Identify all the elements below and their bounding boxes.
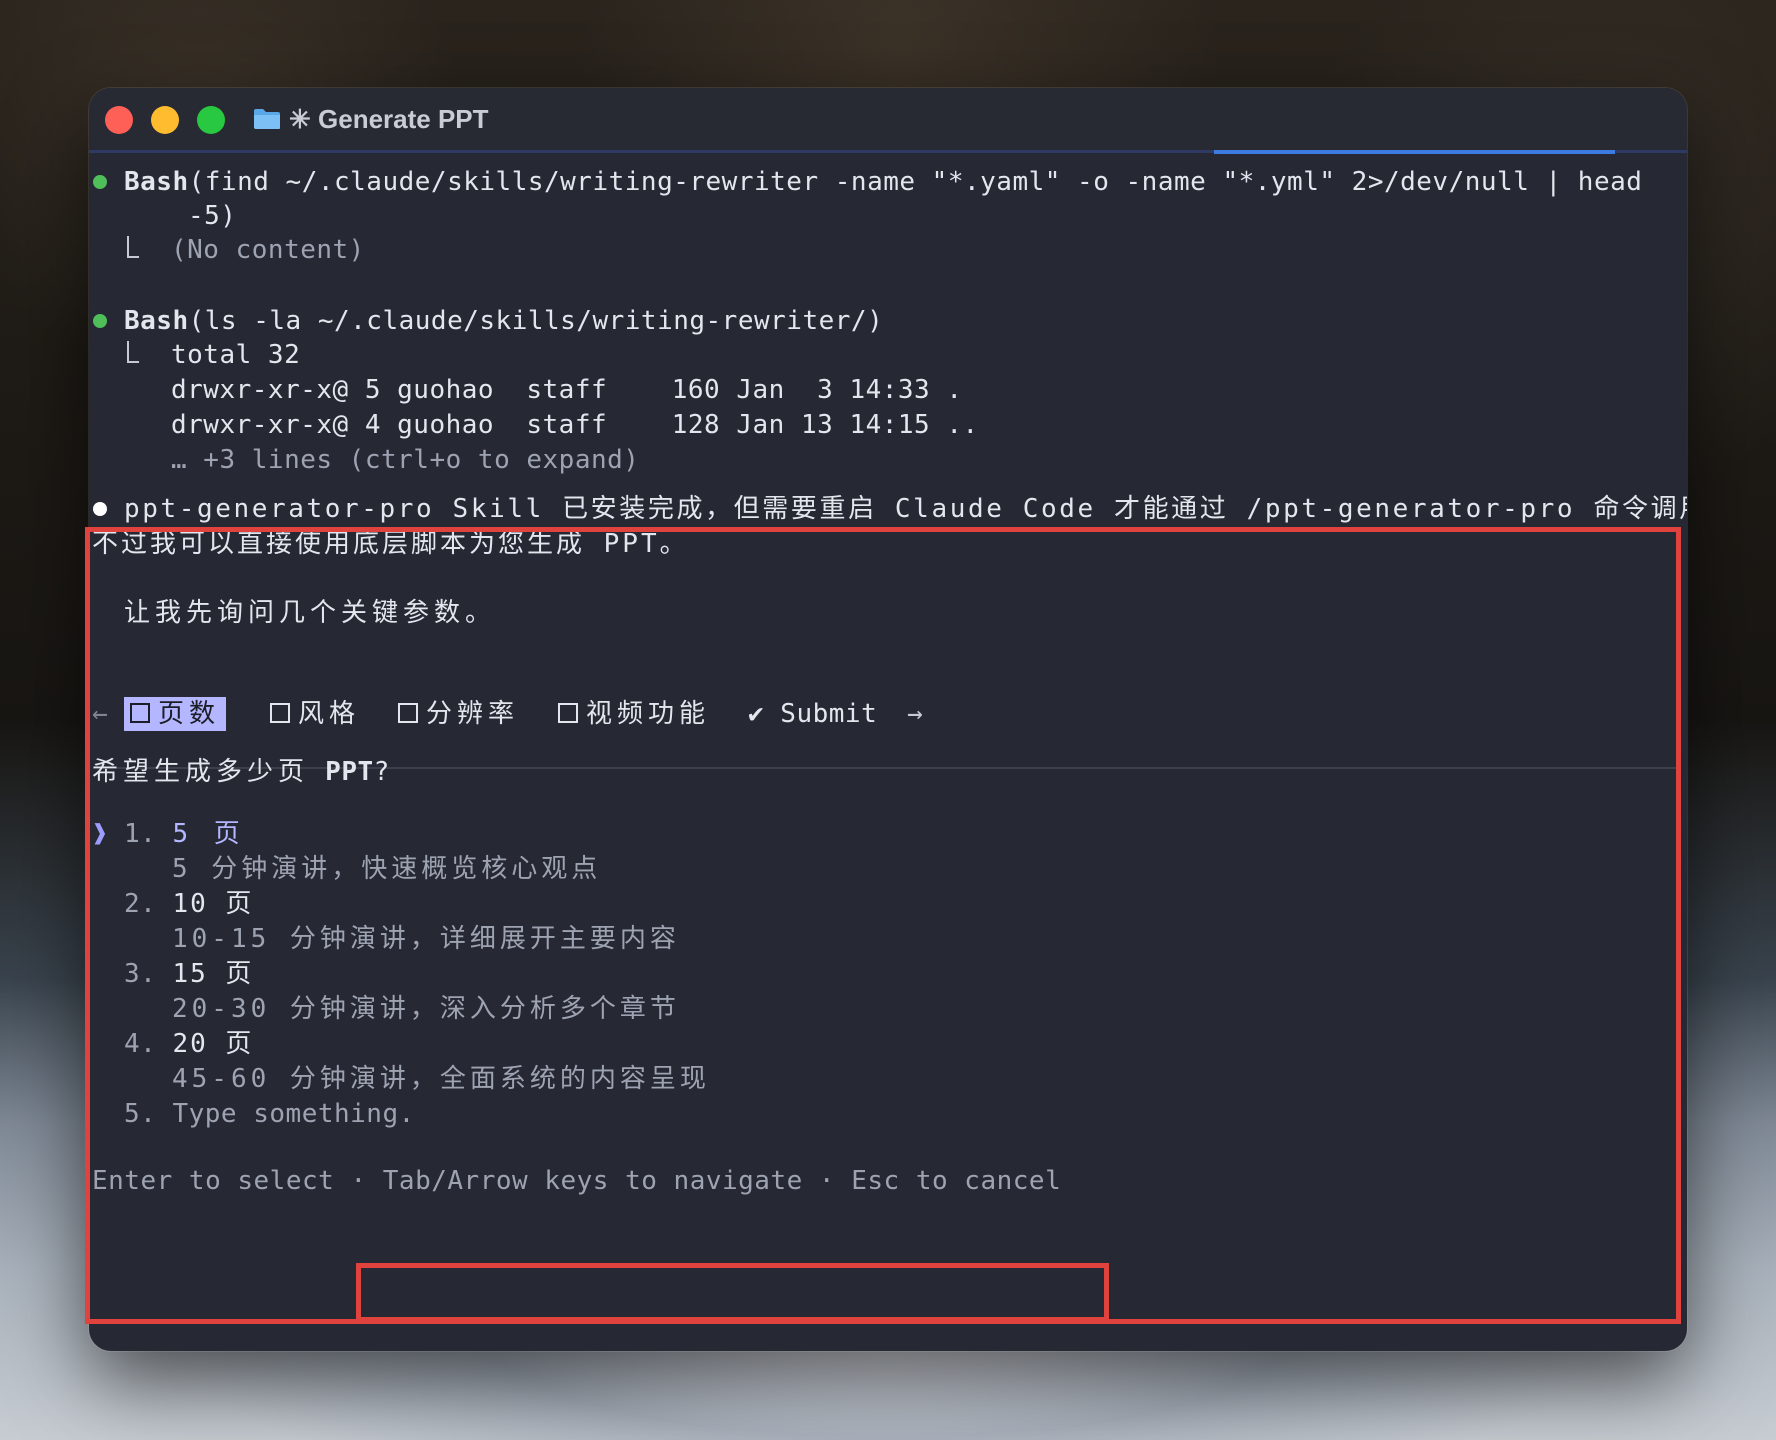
terminal-content: Bash(find ~/.claude/skills/writing-rewri… <box>89 88 1687 1351</box>
expand-hint[interactable]: … +3 lines (ctrl+o to expand) <box>171 443 639 477</box>
tab-forward-arrow[interactable]: → <box>907 697 923 731</box>
bash-output-line: drwxr-xr-x@ 5 guohao staff 160 Jan 3 14:… <box>171 375 963 405</box>
footer-separator: · <box>350 1166 367 1196</box>
tab-style[interactable]: 风格 <box>270 697 360 731</box>
tool-name: Bash <box>124 306 189 336</box>
tab-label: 风格 <box>298 699 361 729</box>
tab-back-arrow[interactable]: ← <box>92 697 108 731</box>
message-line-1: ppt-generator-pro Skill 已安装完成，但需要重启 Clau… <box>124 494 1687 524</box>
checkbox-icon <box>270 703 290 723</box>
tab-video[interactable]: 视频功能 <box>558 697 710 731</box>
option-label: 20 页 <box>172 1029 254 1059</box>
checkbox-icon <box>398 703 418 723</box>
prompt-text: 希望生成多少页 <box>92 757 310 787</box>
option-4-desc: 45-60 分钟演讲，全面系统的内容呈现 <box>172 1064 710 1094</box>
option-3[interactable]: 3. 15 页 <box>124 957 253 991</box>
prompt-ppt: PPT <box>325 757 374 787</box>
option-number: 5. <box>124 1099 157 1129</box>
tab-label: 页数 <box>158 699 221 729</box>
option-label: 5 页 <box>172 819 245 849</box>
tool-name: Bash <box>124 167 189 197</box>
option-1[interactable]: 1. 5 页 <box>124 817 245 851</box>
selection-marker-icon: ❱ <box>92 819 108 849</box>
footer-hint: Enter to select · Tab/Arrow keys to navi… <box>92 1164 1061 1198</box>
command-text: (ls -la ~/.claude/skills/writing-rewrite… <box>188 306 884 336</box>
question-prompt: 希望生成多少页 PPT? <box>92 755 390 789</box>
message-dot <box>93 502 107 516</box>
result-connector-icon <box>127 236 139 258</box>
checkbox-icon <box>130 703 150 723</box>
option-number: 1. <box>124 819 157 849</box>
option-label: 15 页 <box>172 959 254 989</box>
tab-label: 视频功能 <box>586 699 711 729</box>
tab-resolution[interactable]: 分辨率 <box>398 697 519 731</box>
option-4[interactable]: 4. 20 页 <box>124 1027 253 1061</box>
option-5[interactable]: 5. Type something. <box>124 1097 415 1131</box>
footer-enter: Enter to select <box>92 1166 335 1196</box>
bash-command-1-cont: -5) <box>188 201 237 231</box>
option-2[interactable]: 2. 10 页 <box>124 887 253 921</box>
bash-output-line: total 32 <box>171 340 301 370</box>
option-label: 10 页 <box>172 889 254 919</box>
bash-output-line: drwxr-xr-x@ 4 guohao staff 128 Jan 13 14… <box>171 410 979 440</box>
bash-command-2: Bash(ls -la ~/.claude/skills/writing-rew… <box>124 304 883 338</box>
bash-status-dot <box>93 314 107 328</box>
command-text: (find ~/.claude/skills/writing-rewriter … <box>188 167 1643 197</box>
result-connector-icon <box>127 341 139 363</box>
checkbox-icon <box>558 703 578 723</box>
option-3-desc: 20-30 分钟演讲，深入分析多个章节 <box>172 994 680 1024</box>
bash-result-1: (No content) <box>171 235 365 265</box>
option-label: Type something. <box>172 1099 415 1129</box>
message-line-2: 不过我可以直接使用底层脚本为您生成 PPT。 <box>92 529 689 559</box>
option-number: 3. <box>124 959 157 989</box>
message-line-3: 让我先询问几个关键参数。 <box>124 598 497 628</box>
prompt-mark: ? <box>373 757 390 787</box>
tab-label: 分辨率 <box>426 699 520 729</box>
terminal-window: ✳ Generate PPT Bash(find ~/.claude/skill… <box>89 88 1687 1351</box>
tab-submit[interactable]: ✔ Submit <box>748 697 877 731</box>
bash-status-dot <box>93 175 107 189</box>
option-1-desc: 5 分钟演讲，快速概览核心观点 <box>172 854 602 884</box>
option-number: 2. <box>124 889 157 919</box>
option-number: 4. <box>124 1029 157 1059</box>
option-2-desc: 10-15 分钟演讲，详细展开主要内容 <box>172 924 680 954</box>
tab-pages[interactable]: 页数 <box>124 697 227 731</box>
bash-command-1: Bash(find ~/.claude/skills/writing-rewri… <box>124 165 1642 199</box>
footer-nav: Tab/Arrow keys to navigate · Esc to canc… <box>382 1166 1062 1196</box>
